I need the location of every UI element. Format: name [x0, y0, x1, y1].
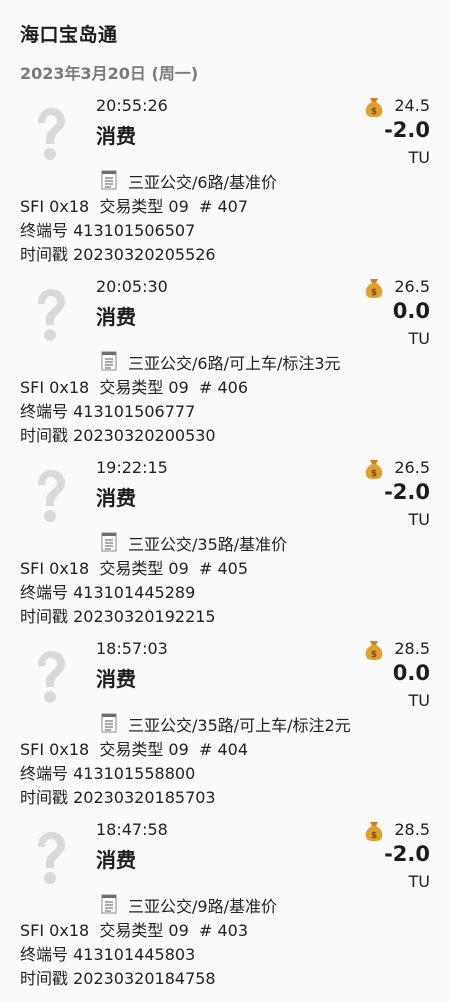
- amount-unit: TU: [408, 872, 430, 891]
- timestamp: 时间戳 20230320185703: [20, 788, 216, 807]
- transaction-item[interactable]: 19:22:15 消费 $ 26.5 -2.0 TU 三亚公交/35路/基准价 …: [0, 458, 450, 640]
- sfi-detail: SFI 0x18 交易类型 09 # 403: [20, 921, 248, 940]
- transaction-type: 消费: [96, 848, 136, 872]
- transaction-item[interactable]: 18:47:58 消费 $ 28.5 -2.0 TU 三亚公交/9路/基准价 S…: [0, 820, 450, 1002]
- transaction-time: 18:57:03: [96, 639, 168, 658]
- svg-text:$: $: [371, 831, 377, 841]
- route-label: 三亚公交/6路/可上车/标注3元: [128, 354, 341, 373]
- date-header: 2023年3月20日 (周一): [20, 64, 199, 83]
- card-title: 海口宝岛通: [20, 24, 118, 46]
- transaction-type: 消费: [96, 305, 136, 329]
- terminal-number: 终端号 413101558800: [20, 764, 196, 783]
- terminal-number: 终端号 413101445803: [20, 945, 196, 964]
- route-label: 三亚公交/35路/基准价: [128, 535, 288, 554]
- amount-value: -2.0: [384, 118, 430, 142]
- document-icon: [101, 351, 117, 371]
- transaction-item[interactable]: 20:05:30 消费 $ 26.5 0.0 TU 三亚公交/6路/可上车/标注…: [0, 277, 450, 459]
- question-mark-icon: [38, 470, 65, 522]
- question-mark-icon: [38, 289, 65, 341]
- sfi-detail: SFI 0x18 交易类型 09 # 404: [20, 740, 248, 759]
- balance-value: 26.5: [394, 458, 430, 477]
- sfi-detail: SFI 0x18 交易类型 09 # 405: [20, 559, 248, 578]
- svg-text:$: $: [371, 107, 377, 117]
- route-label: 三亚公交/6路/基准价: [128, 173, 277, 192]
- route-label: 三亚公交/9路/基准价: [128, 897, 277, 916]
- transaction-type: 消费: [96, 124, 136, 148]
- money-bag-icon: $: [365, 460, 383, 479]
- svg-text:$: $: [371, 469, 377, 479]
- balance-value: 28.5: [394, 820, 430, 839]
- balance-value: 26.5: [394, 277, 430, 296]
- transaction-type: 消费: [96, 486, 136, 510]
- money-bag-icon: $: [365, 98, 383, 117]
- amount-unit: TU: [408, 691, 430, 710]
- transaction-time: 20:55:26: [96, 96, 168, 115]
- transaction-history-page: 海口宝岛通 2023年3月20日 (周一) 20:55:26 消费 $ 24.5…: [0, 0, 450, 991]
- amount-unit: TU: [408, 510, 430, 529]
- amount-value: 0.0: [392, 299, 430, 323]
- svg-text:$: $: [371, 288, 377, 298]
- document-icon: [101, 713, 117, 733]
- amount-unit: TU: [408, 329, 430, 348]
- transaction-time: 18:47:58: [96, 820, 168, 839]
- document-icon: [101, 170, 117, 190]
- money-bag-icon: $: [365, 641, 383, 660]
- amount-value: -2.0: [384, 480, 430, 504]
- question-mark-icon: [38, 651, 65, 703]
- money-bag-icon: $: [365, 822, 383, 841]
- transaction-item[interactable]: 20:55:26 消费 $ 24.5 -2.0 TU 三亚公交/6路/基准价 S…: [0, 96, 450, 278]
- balance-value: 28.5: [394, 639, 430, 658]
- sfi-detail: SFI 0x18 交易类型 09 # 407: [20, 197, 248, 216]
- svg-text:$: $: [371, 650, 377, 660]
- terminal-number: 终端号 413101506777: [20, 402, 196, 421]
- terminal-number: 终端号 413101506507: [20, 221, 196, 240]
- transaction-time: 20:05:30: [96, 277, 168, 296]
- transaction-type: 消费: [96, 667, 136, 691]
- amount-unit: TU: [408, 148, 430, 167]
- document-icon: [101, 532, 117, 552]
- terminal-number: 终端号 413101445289: [20, 583, 196, 602]
- balance-value: 24.5: [394, 96, 430, 115]
- question-mark-icon: [38, 108, 65, 160]
- amount-value: 0.0: [392, 661, 430, 685]
- document-icon: [101, 894, 117, 914]
- money-bag-icon: $: [365, 279, 383, 298]
- question-mark-icon: [38, 832, 65, 884]
- sfi-detail: SFI 0x18 交易类型 09 # 406: [20, 378, 248, 397]
- transaction-item[interactable]: 18:57:03 消费 $ 28.5 0.0 TU 三亚公交/35路/可上车/标…: [0, 639, 450, 821]
- amount-value: -2.0: [384, 842, 430, 866]
- transaction-time: 19:22:15: [96, 458, 168, 477]
- timestamp: 时间戳 20230320192215: [20, 607, 216, 626]
- timestamp: 时间戳 20230320184758: [20, 969, 216, 988]
- route-label: 三亚公交/35路/可上车/标注2元: [128, 716, 351, 735]
- timestamp: 时间戳 20230320200530: [20, 426, 216, 445]
- timestamp: 时间戳 20230320205526: [20, 245, 216, 264]
